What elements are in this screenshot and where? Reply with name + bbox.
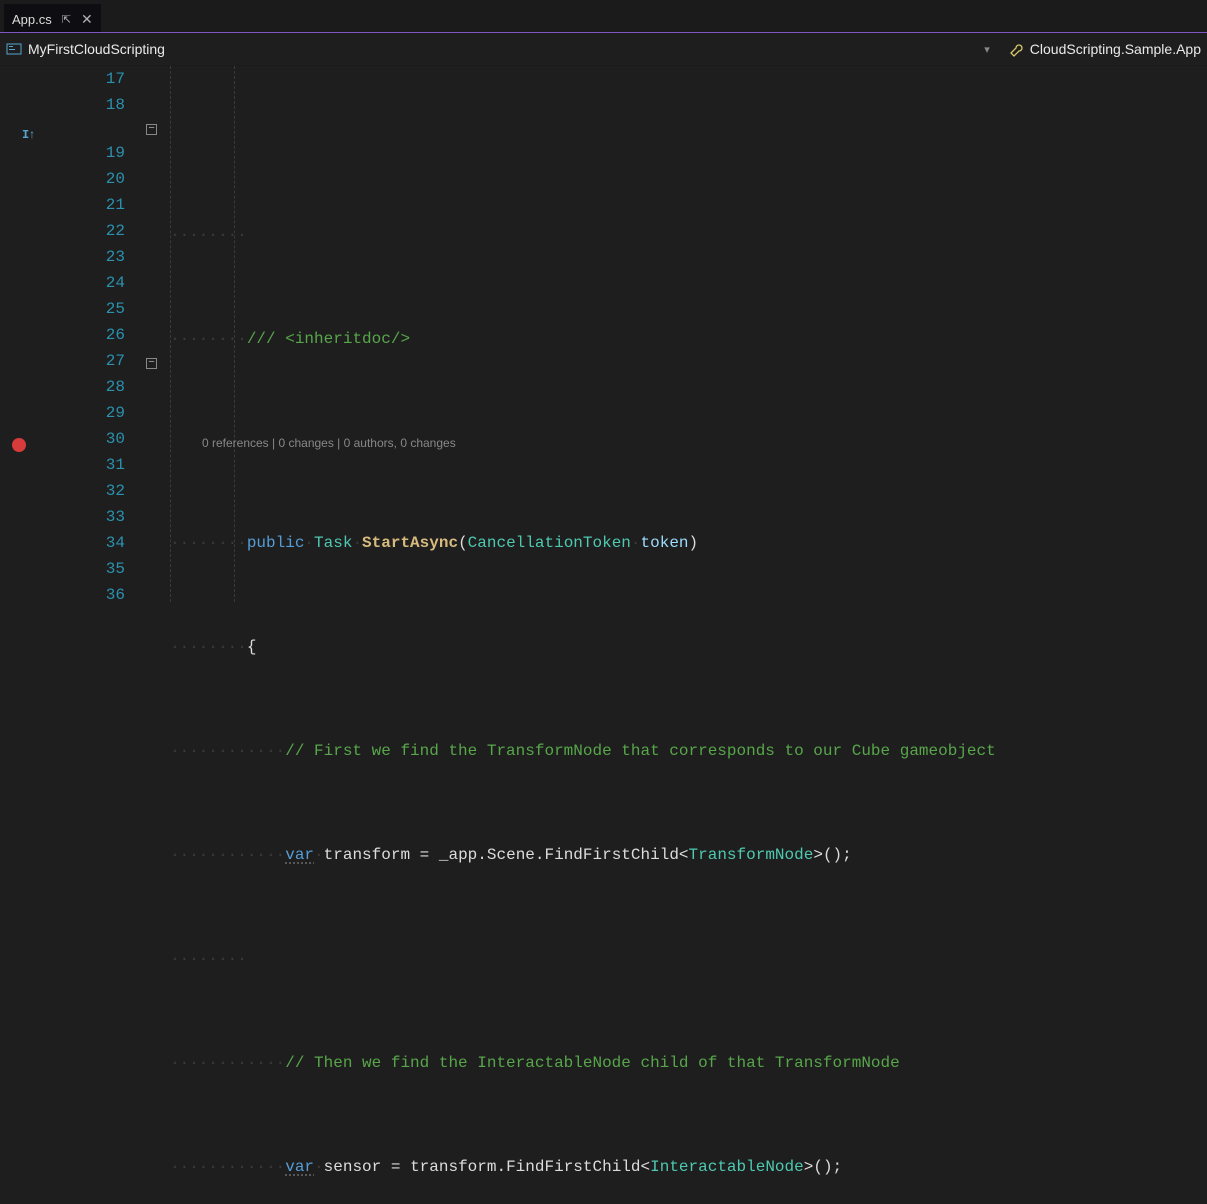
line-number: 29 <box>46 400 125 426</box>
code-nav-bar: MyFirstCloudScripting ▾ CloudScripting.S… <box>0 32 1207 66</box>
namespace-label: MyFirstCloudScripting <box>28 41 165 57</box>
line-number: 26 <box>46 322 125 348</box>
code-line: ········public·Task·StartAsync(Cancellat… <box>164 530 1207 556</box>
line-number: 25 <box>46 296 125 322</box>
line-number: 22 <box>46 218 125 244</box>
close-icon[interactable]: ✕ <box>81 11 93 28</box>
tab-title: App.cs <box>12 12 52 27</box>
codelens-gutter-spacer <box>46 118 125 140</box>
document-tab[interactable]: App.cs ⇱ ✕ <box>4 4 101 32</box>
line-number: 18 <box>46 92 125 118</box>
line-number: 17 <box>46 66 125 92</box>
glyph-margin[interactable]: I↑ <box>0 66 46 602</box>
code-line: ············// First we find the Transfo… <box>164 738 1207 764</box>
pin-icon[interactable]: ⇱ <box>62 13 71 26</box>
line-number: 28 <box>46 374 125 400</box>
line-number: 32 <box>46 478 125 504</box>
chevron-down-icon[interactable]: ▾ <box>984 43 990 56</box>
code-area[interactable]: ········ ········/// <inheritdoc/> ·····… <box>164 66 1207 602</box>
line-number: 33 <box>46 504 125 530</box>
code-line: ············var·transform = _app.Scene.F… <box>164 842 1207 868</box>
line-number: 35 <box>46 556 125 582</box>
class-icon <box>1008 41 1024 57</box>
line-number: 23 <box>46 244 125 270</box>
fold-toggle-icon[interactable]: − <box>146 124 157 135</box>
change-indicator-icon: I↑ <box>22 122 34 148</box>
line-number: 19 <box>46 140 125 166</box>
line-number: 20 <box>46 166 125 192</box>
tab-strip: App.cs ⇱ ✕ <box>0 0 1207 32</box>
line-number: 31 <box>46 452 125 478</box>
line-number-gutter[interactable]: 17 18 19 20 21 22 23 24 25 26 27 28 29 3… <box>46 66 144 602</box>
nav-left[interactable]: MyFirstCloudScripting ▾ <box>6 41 1000 57</box>
fold-column[interactable]: − − <box>144 66 164 602</box>
code-line: ············// Then we find the Interact… <box>164 1050 1207 1076</box>
breakpoint-icon[interactable] <box>12 438 26 452</box>
codelens-row[interactable]: ········0 references | 0 changes | 0 aut… <box>164 430 1207 452</box>
line-number: 24 <box>46 270 125 296</box>
nav-right[interactable]: CloudScripting.Sample.App <box>1008 41 1201 57</box>
line-number: 30 <box>46 426 125 452</box>
code-line: ········ <box>164 222 1207 248</box>
fold-toggle-icon[interactable]: − <box>146 358 157 369</box>
code-line: ········/// <inheritdoc/> <box>164 326 1207 352</box>
class-label: CloudScripting.Sample.App <box>1030 41 1201 57</box>
line-number: 21 <box>46 192 125 218</box>
code-line: ········ <box>164 946 1207 972</box>
namespace-icon <box>6 41 22 57</box>
line-number: 27 <box>46 348 125 374</box>
code-line: ········{ <box>164 634 1207 660</box>
line-number: 36 <box>46 582 125 608</box>
line-number: 34 <box>46 530 125 556</box>
code-editor[interactable]: I↑ 17 18 19 20 21 22 23 24 25 26 27 28 2… <box>0 66 1207 602</box>
code-line: ············var·sensor = transform.FindF… <box>164 1154 1207 1180</box>
